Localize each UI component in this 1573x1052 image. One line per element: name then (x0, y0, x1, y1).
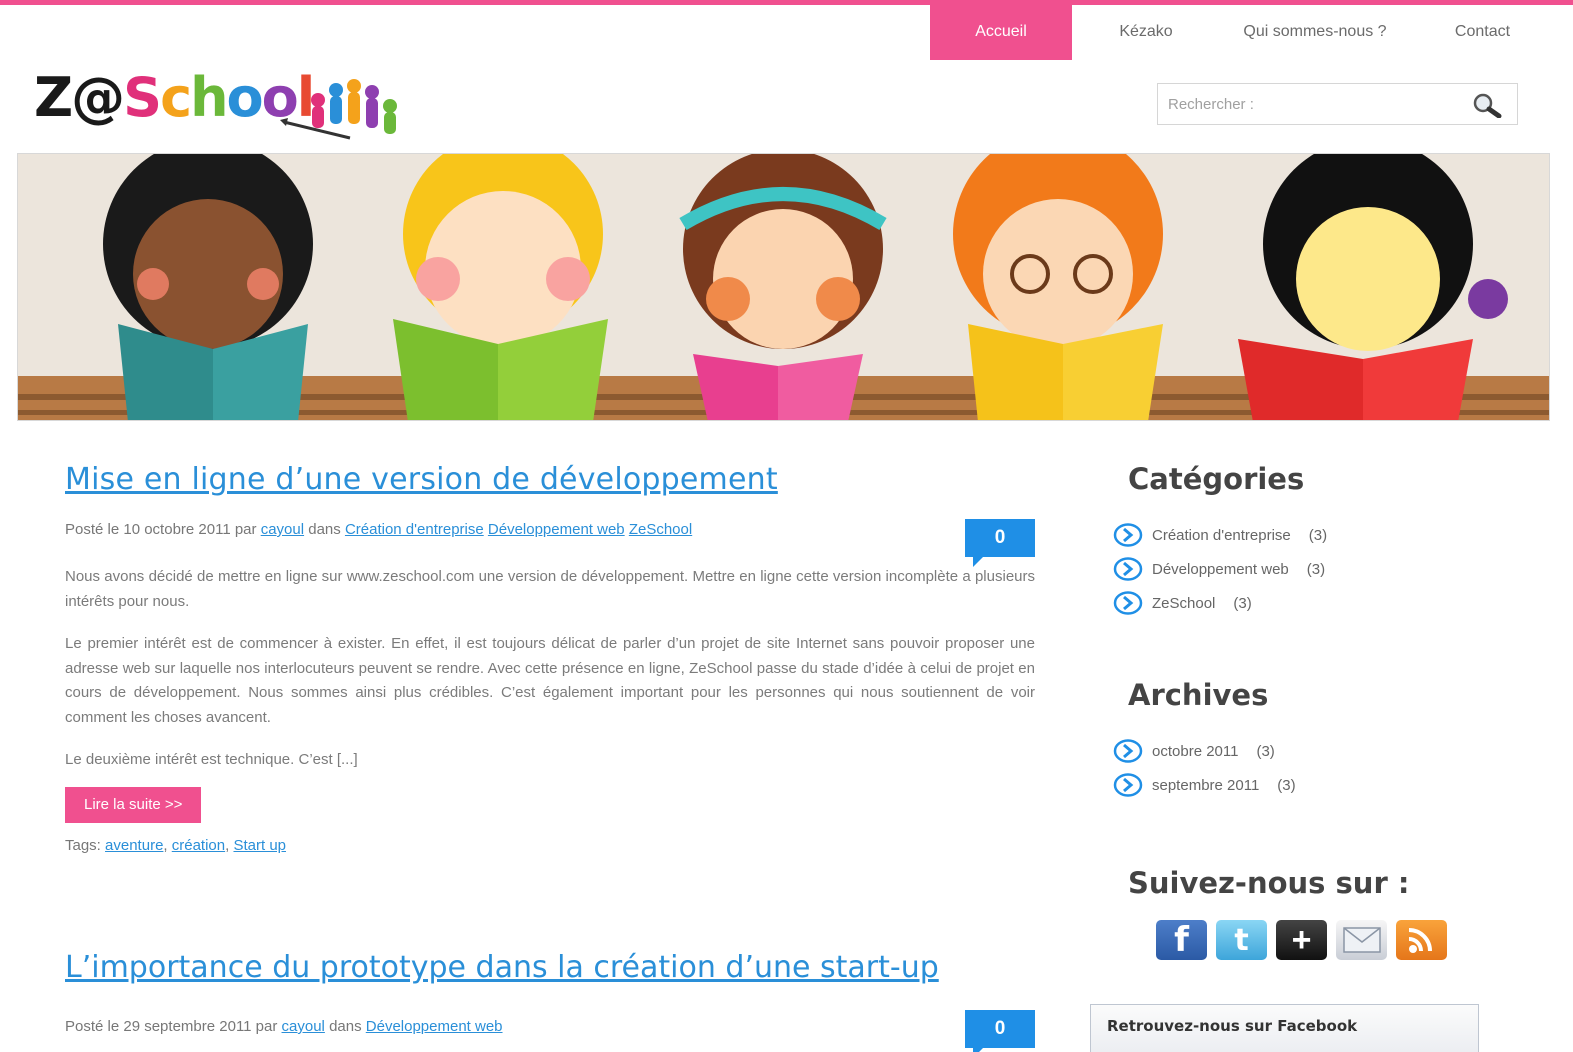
post-category-link[interactable]: Développement web (488, 521, 625, 538)
post-author-link[interactable]: cayoul (282, 1018, 325, 1035)
mail-icon[interactable] (1336, 920, 1387, 960)
twitter-icon[interactable]: t (1216, 920, 1267, 960)
logo-wordmark: Z@School (34, 66, 315, 129)
hero-banner-image (17, 153, 1550, 421)
rss-icon[interactable] (1396, 920, 1447, 960)
post-tags: Tags: aventure, création, Start up (65, 836, 286, 854)
chevron-right-icon (1113, 739, 1143, 763)
read-more-button[interactable]: Lire la suite >> (65, 786, 202, 823)
post-paragraph: Le premier intérêt est de commencer à ex… (65, 635, 1035, 726)
archive-item[interactable]: septembre 2011 (3) (1113, 768, 1513, 802)
category-count: (3) (1233, 594, 1252, 612)
archive-count: (3) (1256, 742, 1275, 760)
post-meta-in: dans (308, 521, 341, 538)
sidebar: Catégories Création d'entreprise (3) Dév… (1113, 462, 1513, 900)
nav-qui-sommes-nous[interactable]: Qui sommes-nous ? (1220, 4, 1410, 60)
post-category-link[interactable]: Développement web (366, 1018, 503, 1035)
comment-count-badge[interactable]: 0 (965, 1010, 1035, 1052)
comment-count-badge[interactable]: 0 (965, 519, 1035, 567)
tag-link[interactable]: création (172, 837, 225, 854)
post-meta-in: dans (329, 1018, 362, 1035)
category-count: (3) (1308, 526, 1328, 544)
categories-list: Création d'entreprise (3) Développement … (1113, 518, 1513, 620)
chevron-right-icon (1113, 773, 1143, 797)
categories-heading: Catégories (1128, 462, 1305, 496)
post-date: Posté le 29 septembre 2011 par (65, 1018, 278, 1035)
social-links: f t + (1156, 920, 1447, 960)
nav-accueil[interactable]: Accueil (930, 4, 1072, 60)
post-meta: Posté le 29 septembre 2011 par cayoul da… (65, 1010, 1035, 1052)
facebook-widget: Retrouvez-nous sur Facebook (1090, 1004, 1479, 1052)
post-title[interactable]: Mise en ligne d’une version de développe… (65, 462, 1035, 497)
nav-kezako[interactable]: Kézako (1072, 4, 1220, 60)
logo-children-icon (280, 79, 397, 140)
search-box (1157, 83, 1518, 125)
tags-label: Tags: (65, 836, 101, 854)
archive-label: septembre 2011 (1152, 776, 1260, 794)
main-nav: Accueil Kézako Qui sommes-nous ? Contact (930, 4, 1555, 60)
facebook-widget-title: Retrouvez-nous sur Facebook (1107, 1017, 1358, 1035)
tag-link[interactable]: Start up (233, 837, 286, 854)
post-meta: Posté le 10 octobre 2011 par cayoul dans… (65, 519, 1035, 567)
post-paragraph: Le deuxième intérêt est technique. C’est… (65, 751, 358, 768)
facebook-icon[interactable]: f (1156, 920, 1207, 960)
site-logo[interactable]: Z@School (34, 66, 414, 146)
category-count: (3) (1306, 560, 1326, 578)
search-icon[interactable] (1471, 92, 1503, 118)
chevron-right-icon (1113, 591, 1143, 615)
chevron-right-icon (1113, 557, 1143, 581)
post-category-link[interactable]: Création d'entreprise (345, 521, 484, 538)
category-item[interactable]: Création d'entreprise (3) (1113, 518, 1513, 552)
post-date: Posté le 10 octobre 2011 par (65, 521, 257, 538)
main-content: Mise en ligne d’une version de développe… (65, 462, 1035, 854)
post-category-link[interactable]: ZeSchool (629, 521, 692, 538)
search-input[interactable] (1158, 84, 1458, 124)
chevron-right-icon (1113, 523, 1143, 547)
tag-link[interactable]: aventure (105, 837, 163, 854)
archives-heading: Archives (1128, 678, 1269, 712)
category-item[interactable]: ZeSchool (3) (1113, 586, 1513, 620)
nav-contact[interactable]: Contact (1410, 4, 1555, 60)
archives-list: octobre 2011 (3) septembre 2011 (3) (1113, 734, 1513, 802)
archive-item[interactable]: octobre 2011 (3) (1113, 734, 1513, 768)
category-label: ZeSchool (1152, 594, 1216, 612)
post-paragraph: Nous avons décidé de mettre en ligne sur… (65, 568, 1035, 610)
archive-count: (3) (1277, 776, 1296, 794)
post-title[interactable]: L’importance du prototype dans la créati… (65, 950, 939, 985)
category-label: Création d'entreprise (1152, 526, 1291, 544)
category-label: Développement web (1152, 560, 1289, 578)
post-author-link[interactable]: cayoul (261, 521, 304, 538)
google-plus-icon[interactable]: + (1276, 920, 1327, 960)
category-item[interactable]: Développement web (3) (1113, 552, 1513, 586)
archive-label: octobre 2011 (1152, 742, 1239, 760)
follow-heading: Suivez-nous sur : (1128, 866, 1410, 900)
